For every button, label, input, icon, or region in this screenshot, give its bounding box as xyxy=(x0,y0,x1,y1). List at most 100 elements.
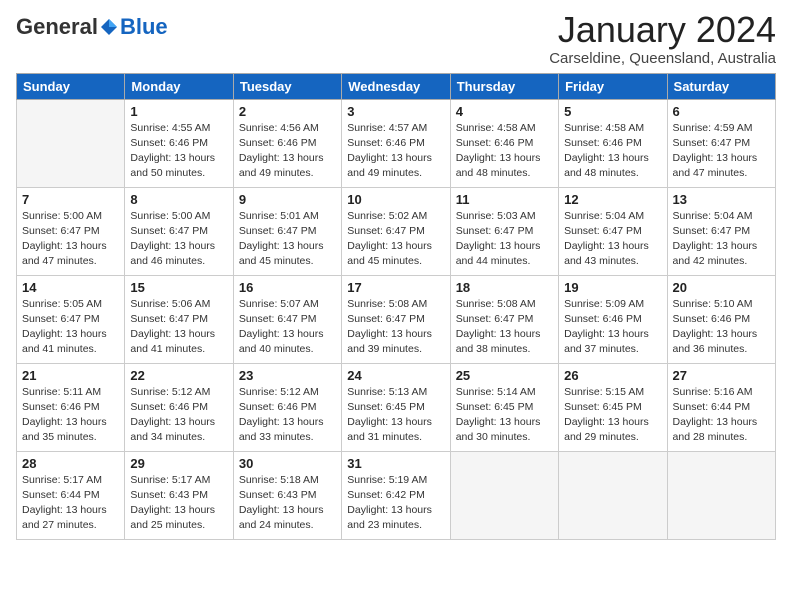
cell-info: Sunrise: 5:00 AM Sunset: 6:47 PM Dayligh… xyxy=(130,209,227,270)
day-number: 31 xyxy=(347,456,444,471)
day-number: 24 xyxy=(347,368,444,383)
calendar-cell: 29 Sunrise: 5:17 AM Sunset: 6:43 PM Dayli… xyxy=(125,451,233,539)
day-number: 11 xyxy=(456,192,553,207)
day-number: 29 xyxy=(130,456,227,471)
calendar-cell: 3 Sunrise: 4:57 AM Sunset: 6:46 PM Daylig… xyxy=(342,99,450,187)
day-number: 27 xyxy=(673,368,770,383)
calendar-cell: 11 Sunrise: 5:03 AM Sunset: 6:47 PM Dayli… xyxy=(450,187,558,275)
calendar-cell: 10 Sunrise: 5:02 AM Sunset: 6:47 PM Dayli… xyxy=(342,187,450,275)
calendar-cell: 7 Sunrise: 5:00 AM Sunset: 6:47 PM Daylig… xyxy=(17,187,125,275)
cell-info: Sunrise: 5:08 AM Sunset: 6:47 PM Dayligh… xyxy=(347,297,444,358)
day-header-friday: Friday xyxy=(559,73,667,99)
month-title: January 2024 xyxy=(549,10,776,50)
day-number: 1 xyxy=(130,104,227,119)
day-number: 9 xyxy=(239,192,336,207)
day-header-wednesday: Wednesday xyxy=(342,73,450,99)
logo: General Blue xyxy=(16,14,168,40)
day-number: 17 xyxy=(347,280,444,295)
day-number: 3 xyxy=(347,104,444,119)
calendar-cell: 14 Sunrise: 5:05 AM Sunset: 6:47 PM Dayli… xyxy=(17,275,125,363)
day-number: 30 xyxy=(239,456,336,471)
calendar-body: 1 Sunrise: 4:55 AM Sunset: 6:46 PM Daylig… xyxy=(17,99,776,539)
calendar-cell: 28 Sunrise: 5:17 AM Sunset: 6:44 PM Dayli… xyxy=(17,451,125,539)
day-number: 19 xyxy=(564,280,661,295)
calendar-cell: 18Sunrise: 5:08 AM Sunset: 6:47 PM Dayli… xyxy=(450,275,558,363)
cell-info: Sunrise: 5:04 AM Sunset: 6:47 PM Dayligh… xyxy=(673,209,770,270)
day-header-saturday: Saturday xyxy=(667,73,775,99)
calendar-cell: 13 Sunrise: 5:04 AM Sunset: 6:47 PM Dayli… xyxy=(667,187,775,275)
day-header-thursday: Thursday xyxy=(450,73,558,99)
cell-info: Sunrise: 5:14 AM Sunset: 6:45 PM Dayligh… xyxy=(456,385,553,446)
week-row-5: 28 Sunrise: 5:17 AM Sunset: 6:44 PM Dayli… xyxy=(17,451,776,539)
cell-info: Sunrise: 5:07 AM Sunset: 6:47 PM Dayligh… xyxy=(239,297,336,358)
logo-blue: Blue xyxy=(120,14,168,40)
cell-info: Sunrise: 5:17 AM Sunset: 6:43 PM Dayligh… xyxy=(130,473,227,534)
cell-info: Sunrise: 5:12 AM Sunset: 6:46 PM Dayligh… xyxy=(130,385,227,446)
cell-info: Sunrise: 5:02 AM Sunset: 6:47 PM Dayligh… xyxy=(347,209,444,270)
calendar-cell: 20 Sunrise: 5:10 AM Sunset: 6:46 PM Dayli… xyxy=(667,275,775,363)
cell-info: Sunrise: 5:00 AM Sunset: 6:47 PM Dayligh… xyxy=(22,209,119,270)
day-number: 26 xyxy=(564,368,661,383)
cell-info: Sunrise: 4:57 AM Sunset: 6:46 PM Dayligh… xyxy=(347,121,444,182)
day-number: 25 xyxy=(456,368,553,383)
cell-info: Sunrise: 5:06 AM Sunset: 6:47 PM Dayligh… xyxy=(130,297,227,358)
day-number: 16 xyxy=(239,280,336,295)
day-number: 15 xyxy=(130,280,227,295)
cell-info: Sunrise: 5:03 AM Sunset: 6:47 PM Dayligh… xyxy=(456,209,553,270)
day-number: 14 xyxy=(22,280,119,295)
title-block: January 2024 Carseldine, Queensland, Aus… xyxy=(549,10,776,67)
cell-info: Sunrise: 5:19 AM Sunset: 6:42 PM Dayligh… xyxy=(347,473,444,534)
cell-info: Sunrise: 5:10 AM Sunset: 6:46 PM Dayligh… xyxy=(673,297,770,358)
day-number: 13 xyxy=(673,192,770,207)
cell-info: Sunrise: 4:58 AM Sunset: 6:46 PM Dayligh… xyxy=(456,121,553,182)
cell-info: Sunrise: 5:17 AM Sunset: 6:44 PM Dayligh… xyxy=(22,473,119,534)
calendar-cell: 17 Sunrise: 5:08 AM Sunset: 6:47 PM Dayli… xyxy=(342,275,450,363)
cell-info: Sunrise: 5:15 AM Sunset: 6:45 PM Dayligh… xyxy=(564,385,661,446)
calendar-cell xyxy=(17,99,125,187)
logo-icon xyxy=(99,17,119,37)
cell-info: Sunrise: 5:05 AM Sunset: 6:47 PM Dayligh… xyxy=(22,297,119,358)
day-number: 8 xyxy=(130,192,227,207)
calendar-cell: 6Sunrise: 4:59 AM Sunset: 6:47 PM Daylig… xyxy=(667,99,775,187)
logo-general: General xyxy=(16,14,98,40)
calendar-cell: 22 Sunrise: 5:12 AM Sunset: 6:46 PM Dayli… xyxy=(125,363,233,451)
day-header-tuesday: Tuesday xyxy=(233,73,341,99)
cell-info: Sunrise: 4:56 AM Sunset: 6:46 PM Dayligh… xyxy=(239,121,336,182)
calendar-cell: 12Sunrise: 5:04 AM Sunset: 6:47 PM Dayli… xyxy=(559,187,667,275)
calendar-cell: 27Sunrise: 5:16 AM Sunset: 6:44 PM Dayli… xyxy=(667,363,775,451)
cell-info: Sunrise: 5:01 AM Sunset: 6:47 PM Dayligh… xyxy=(239,209,336,270)
calendar-header-row: SundayMondayTuesdayWednesdayThursdayFrid… xyxy=(17,73,776,99)
day-number: 20 xyxy=(673,280,770,295)
calendar-cell: 2 Sunrise: 4:56 AM Sunset: 6:46 PM Daylig… xyxy=(233,99,341,187)
day-number: 10 xyxy=(347,192,444,207)
day-number: 21 xyxy=(22,368,119,383)
day-number: 5 xyxy=(564,104,661,119)
week-row-3: 14 Sunrise: 5:05 AM Sunset: 6:47 PM Dayli… xyxy=(17,275,776,363)
calendar-cell: 23 Sunrise: 5:12 AM Sunset: 6:46 PM Dayli… xyxy=(233,363,341,451)
calendar-table: SundayMondayTuesdayWednesdayThursdayFrid… xyxy=(16,73,776,540)
day-number: 12 xyxy=(564,192,661,207)
calendar-cell: 31 Sunrise: 5:19 AM Sunset: 6:42 PM Dayli… xyxy=(342,451,450,539)
calendar-cell: 24 Sunrise: 5:13 AM Sunset: 6:45 PM Dayli… xyxy=(342,363,450,451)
cell-info: Sunrise: 4:55 AM Sunset: 6:46 PM Dayligh… xyxy=(130,121,227,182)
calendar-cell: 25 Sunrise: 5:14 AM Sunset: 6:45 PM Dayli… xyxy=(450,363,558,451)
cell-info: Sunrise: 5:18 AM Sunset: 6:43 PM Dayligh… xyxy=(239,473,336,534)
week-row-1: 1 Sunrise: 4:55 AM Sunset: 6:46 PM Daylig… xyxy=(17,99,776,187)
day-number: 23 xyxy=(239,368,336,383)
calendar-cell: 1 Sunrise: 4:55 AM Sunset: 6:46 PM Daylig… xyxy=(125,99,233,187)
calendar-cell: 5 Sunrise: 4:58 AM Sunset: 6:46 PM Daylig… xyxy=(559,99,667,187)
day-number: 4 xyxy=(456,104,553,119)
day-number: 22 xyxy=(130,368,227,383)
calendar-cell xyxy=(559,451,667,539)
cell-info: Sunrise: 5:13 AM Sunset: 6:45 PM Dayligh… xyxy=(347,385,444,446)
calendar-cell: 15 Sunrise: 5:06 AM Sunset: 6:47 PM Dayli… xyxy=(125,275,233,363)
day-number: 2 xyxy=(239,104,336,119)
cell-info: Sunrise: 5:12 AM Sunset: 6:46 PM Dayligh… xyxy=(239,385,336,446)
cell-info: Sunrise: 4:58 AM Sunset: 6:46 PM Dayligh… xyxy=(564,121,661,182)
calendar-cell: 30 Sunrise: 5:18 AM Sunset: 6:43 PM Dayli… xyxy=(233,451,341,539)
day-number: 7 xyxy=(22,192,119,207)
calendar-cell: 8 Sunrise: 5:00 AM Sunset: 6:47 PM Daylig… xyxy=(125,187,233,275)
day-number: 28 xyxy=(22,456,119,471)
week-row-4: 21Sunrise: 5:11 AM Sunset: 6:46 PM Dayli… xyxy=(17,363,776,451)
calendar-cell xyxy=(450,451,558,539)
